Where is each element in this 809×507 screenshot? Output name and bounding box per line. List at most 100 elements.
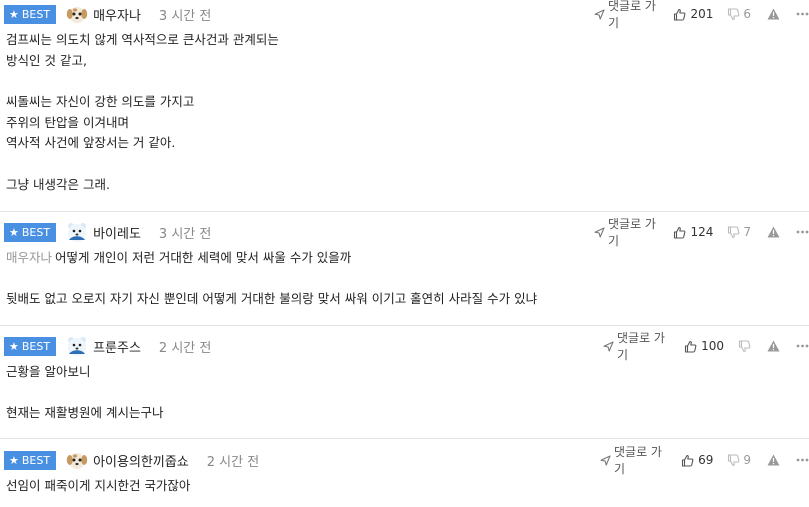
comment-actions: 댓글로 가기 69 9 [600,443,809,477]
warning-icon[interactable] [767,340,780,352]
comment-header: ★ BEST 매우자나 3 시간 전 댓글로 가기 201 6 [4,0,809,31]
comment-text: 선임이 패죽이게 지시한건 국가잖아 [6,478,191,493]
best-badge: ★ BEST [4,4,57,24]
comment-actions: 댓글로 가기 100 [603,329,809,363]
warning-icon[interactable] [767,226,780,238]
bear-avatar[interactable] [66,335,88,357]
author-name[interactable]: 프룬주스 [93,337,141,356]
thumbs-up-icon [673,8,686,21]
reply-link[interactable]: 댓글로 가기 [594,215,657,249]
downvote-button[interactable]: 6 [727,7,751,21]
comment-item: ★ BEST 매우자나 3 시간 전 댓글로 가기 201 6 검프씨는 의도치 않게 역사적… [0,0,809,212]
puppy-avatar[interactable] [66,449,88,471]
best-label: BEST [21,453,51,467]
thumbs-down-icon [738,339,751,353]
comment-line: 주위의 탄압을 이겨내며 [6,113,809,134]
thumbs-down-icon [727,225,740,239]
thumbs-up-icon [681,454,694,467]
comment-header: ★ BEST 바이레도 3 시간 전 댓글로 가기 124 7 [4,215,809,249]
reply-label: 댓글로 가기 [617,331,665,362]
comment-line [6,383,809,404]
comment-actions: 댓글로 가기 124 7 [594,215,809,249]
comment-text: 현재는 재활병원에 계시는구나 [6,405,164,421]
comment-line: 뒷배도 없고 오로지 자기 자신 뿐인데 어떻게 거대한 불의랑 맞서 싸워 이… [6,289,809,310]
reply-link[interactable]: 댓글로 가기 [594,0,657,31]
thumbs-down-icon [727,7,740,21]
thumbs-down-icon [727,453,740,467]
send-icon [603,340,614,352]
send-icon [594,8,605,20]
comment-text: 주위의 탄압을 이겨내며 [6,114,129,130]
reply-link[interactable]: 댓글로 가기 [603,329,668,363]
comment-text: 검프씨는 의도치 않게 역사적으로 큰사건과 관계되는 [6,32,279,47]
comment-body: 선임이 패죽이게 지시한건 국가잖아 [4,474,809,497]
bear-avatar[interactable] [66,221,88,243]
best-label: BEST [21,339,51,353]
comment-actions: 댓글로 가기 201 6 [594,0,809,31]
comment-line: 매우자나 어떻게 개인이 저런 거대한 세력에 맞서 싸울 수가 있을까 [6,248,809,269]
comment-header: ★ BEST 프룬주스 2 시간 전 댓글로 가기 100 [4,329,809,363]
more-icon[interactable] [796,458,809,462]
author-name[interactable]: 바이레도 [93,223,141,242]
comment-item: ★ BEST 바이레도 3 시간 전 댓글로 가기 124 7 매우자나 어떻게 개인이 저런 … [0,215,809,326]
comment-text: 근황을 알아보니 [6,364,91,379]
send-icon [600,454,611,466]
downvote-button[interactable] [738,339,751,353]
downvote-button[interactable]: 7 [727,225,751,239]
upvote-button[interactable]: 69 [681,453,713,467]
comment-item: ★ BEST 아이용의한끼줍쇼 2 시간 전 댓글로 가기 69 9 선임이 패죽이게 지시한… [0,443,809,507]
timestamp: 3 시간 전 [158,8,212,24]
comment-text: 그냥 내생각은 그래. [6,176,110,192]
timestamp: 2 시간 전 [158,340,212,356]
comment-text: 어떻게 개인이 저런 거대한 세력에 맞서 싸울 수가 있을까 [55,250,352,265]
puppy-avatar[interactable] [66,3,88,25]
reply-label: 댓글로 가기 [614,445,662,476]
downvote-count: 7 [743,225,751,239]
comment-line: 그냥 내생각은 그래. [6,175,809,196]
comment-line [6,154,809,175]
comment-line: 역사적 사건에 앞장서는 거 같아. [6,133,809,154]
best-label: BEST [21,7,51,21]
upvote-count: 201 [690,7,714,21]
upvote-count: 124 [690,225,714,239]
comment-text: 씨돌씨는 자신이 강한 의도를 가지고 [6,94,195,110]
comment-line [6,71,809,92]
comment-line: 근황을 알아보니 [6,362,809,383]
comment-body: 검프씨는 의도치 않게 역사적으로 큰사건과 관계되는방식인 것 같고, 씨돌씨는… [4,28,809,196]
comment-text: 방식인 것 같고, [6,52,87,68]
comment-text: 뒷배도 없고 오로지 자기 자신 뿐인데 어떻게 거대한 불의랑 맞서 싸워 이… [6,291,538,307]
more-icon[interactable] [796,230,809,234]
comment-line: 현재는 재활병원에 계시는구나 [6,403,809,424]
best-badge: ★ BEST [4,450,57,470]
upvote-count: 100 [701,339,724,353]
warning-icon[interactable] [767,454,780,466]
comment-line: 검프씨는 의도치 않게 역사적으로 큰사건과 관계되는 [6,30,809,51]
star-icon: ★ [9,453,19,467]
reply-label: 댓글로 가기 [608,0,656,30]
author-name[interactable]: 매우자나 [93,5,141,24]
comment-list: ★ BEST 매우자나 3 시간 전 댓글로 가기 201 6 검프씨는 의도치 않게 역사적… [0,0,809,507]
downvote-button[interactable]: 9 [727,453,751,467]
warning-icon[interactable] [767,8,780,20]
comment-header: ★ BEST 아이용의한끼줍쇼 2 시간 전 댓글로 가기 69 9 [4,443,809,477]
comment-line: 씨돌씨는 자신이 강한 의도를 가지고 [6,92,809,113]
upvote-count: 69 [698,453,714,467]
best-badge: ★ BEST [4,222,57,242]
downvote-count: 9 [743,453,751,467]
more-icon[interactable] [796,12,809,16]
upvote-button[interactable]: 100 [684,339,724,353]
author-name[interactable]: 아이용의한끼줍쇼 [93,451,189,470]
best-label: BEST [21,225,51,239]
comment-line [6,269,809,290]
star-icon: ★ [9,225,19,239]
reply-label: 댓글로 가기 [608,217,656,248]
mention-link[interactable]: 매우자나 [6,250,52,265]
thumbs-up-icon [673,226,686,239]
upvote-button[interactable]: 201 [673,7,713,21]
comment-text: 역사적 사건에 앞장서는 거 같아. [6,135,176,151]
more-icon[interactable] [796,344,809,348]
upvote-button[interactable]: 124 [673,225,713,239]
star-icon: ★ [9,7,19,21]
reply-link[interactable]: 댓글로 가기 [600,443,665,477]
best-badge: ★ BEST [4,336,57,356]
